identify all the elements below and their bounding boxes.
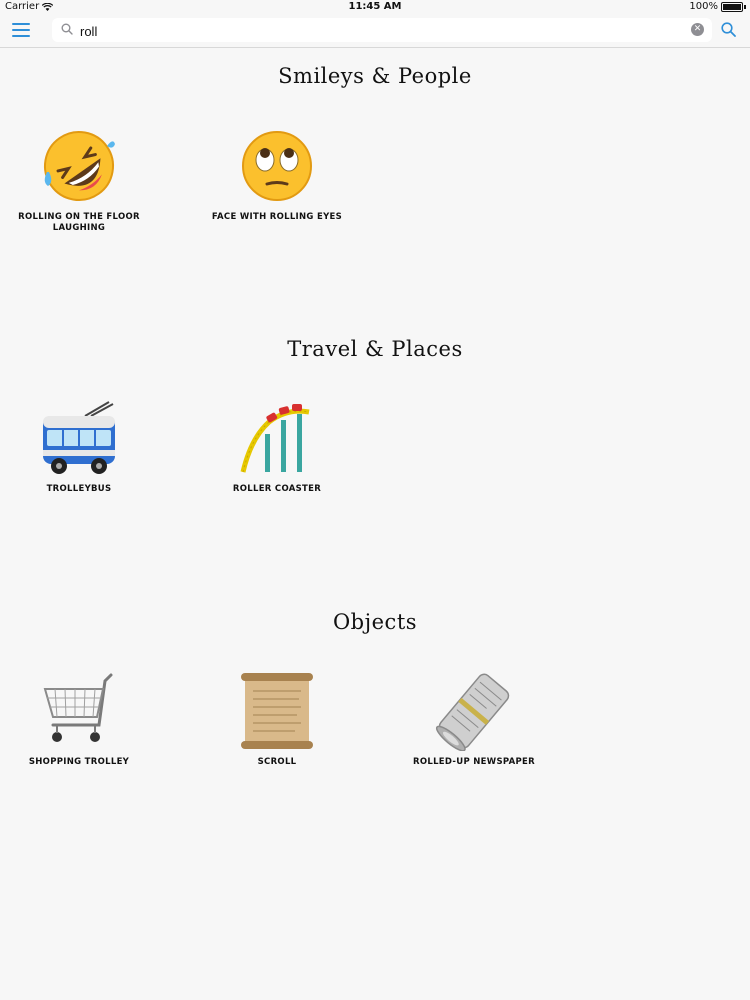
section-title-travel-places: Travel & Places: [287, 337, 463, 361]
rolling-laughing-face-icon: [44, 131, 115, 201]
newspaper-icon: [435, 673, 510, 752]
battery-indicator: 100%: [689, 1, 746, 12]
search-button-icon[interactable]: [721, 22, 736, 37]
emoji-label: ROLLER COASTER: [232, 484, 322, 494]
rolling-eyes-face-icon: [242, 131, 312, 201]
search-icon: [61, 23, 73, 35]
emoji-label: ROLLING ON THE FLOOR LAUGHING: [18, 212, 140, 233]
section-title-smileys-people: Smileys & People: [278, 64, 472, 88]
clock: 11:45 AM: [348, 1, 402, 12]
status-bar: Carrier 11:45 AM 100%: [0, 0, 750, 14]
emoji-item-scroll[interactable]: SCROLL: [202, 671, 352, 768]
emoji-item-rolling-eyes[interactable]: FACE WITH ROLLING EYES: [202, 126, 352, 223]
battery-icon: [721, 1, 743, 12]
emoji-item-rolled-up-newspaper[interactable]: ROLLED-UP NEWSPAPER: [399, 671, 549, 768]
emoji-label: FACE WITH ROLLING EYES: [211, 212, 343, 222]
emoji-item-trolleybus[interactable]: TROLLEYBUS: [4, 398, 154, 495]
hamburger-menu-icon[interactable]: [12, 23, 30, 37]
emoji-label: SCROLL: [257, 757, 297, 767]
emoji-item-rolling-laughing[interactable]: ROLLING ON THE FLOOR LAUGHING: [4, 126, 154, 234]
emoji-label: ROLLED-UP NEWSPAPER: [413, 757, 535, 767]
emoji-item-roller-coaster[interactable]: ROLLER COASTER: [202, 398, 352, 495]
emoji-label: SHOPPING TROLLEY: [28, 757, 130, 767]
emoji-item-shopping-trolley[interactable]: SHOPPING TROLLEY: [4, 671, 154, 768]
battery-tip: [744, 4, 746, 9]
section-title-objects: Objects: [332, 610, 418, 634]
scroll-icon: [241, 673, 313, 749]
clear-search-icon[interactable]: ✕: [691, 23, 704, 36]
emoji-label: TROLLEYBUS: [46, 484, 112, 494]
search-field[interactable]: ✕: [52, 18, 712, 42]
shopping-trolley-icon: [43, 673, 113, 742]
battery-percent: 100%: [689, 1, 718, 12]
trolleybus-icon: [43, 401, 115, 474]
navigation-bar: ✕: [0, 14, 750, 48]
roller-coaster-icon: [240, 404, 310, 473]
search-input[interactable]: [78, 20, 682, 42]
